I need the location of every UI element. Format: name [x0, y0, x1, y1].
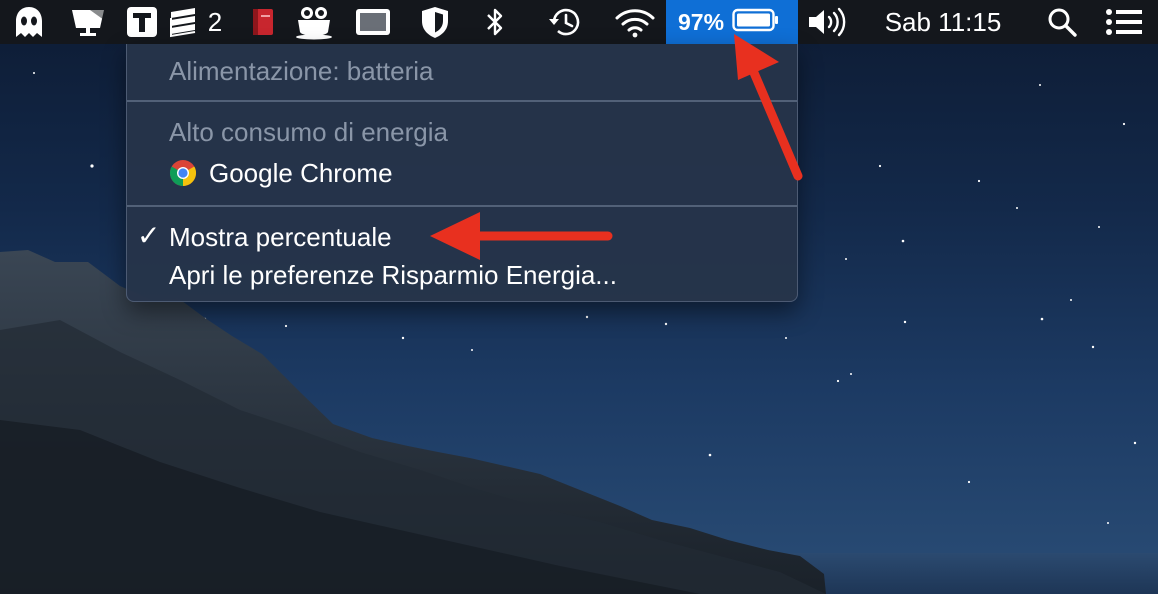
battery-icon	[732, 8, 780, 37]
menu-separator	[127, 100, 797, 102]
checkmark-icon: ✓	[137, 220, 161, 251]
time-machine-icon[interactable]	[546, 0, 586, 44]
wifi-icon[interactable]	[612, 0, 658, 44]
list-icon[interactable]	[1104, 0, 1144, 44]
badge-count: 2	[207, 7, 223, 37]
menu-bar: 2 97% Sab 11:15	[0, 0, 1158, 44]
notebook-icon[interactable]	[248, 0, 278, 44]
volume-icon[interactable]	[806, 0, 850, 44]
battery-menu: Alimentazione: batteria Alto consumo di …	[126, 44, 798, 302]
menu-item-show-percentage[interactable]: Mostra percentuale	[169, 220, 392, 254]
battery-percentage: 97%	[678, 8, 725, 35]
ghost-icon[interactable]	[12, 0, 46, 44]
battery-menu-item[interactable]: 97%	[666, 0, 798, 44]
shield-icon[interactable]	[419, 0, 451, 44]
power-source-label: Alimentazione: batteria	[169, 56, 434, 86]
menu-item-google-chrome[interactable]: Google Chrome	[209, 156, 393, 190]
display-icon[interactable]	[70, 0, 106, 44]
menu-item-open-energy-preferences[interactable]: Apri le preferenze Risparmio Energia...	[169, 258, 617, 292]
menu-bar-clock[interactable]: Sab 11:15	[878, 0, 1008, 44]
bluetooth-icon[interactable]	[481, 0, 509, 44]
typora-icon[interactable]	[125, 0, 159, 44]
screen-icon[interactable]	[354, 0, 392, 44]
high-energy-header: Alto consumo di energia	[169, 117, 448, 147]
menu-separator	[127, 205, 797, 207]
search-icon[interactable]	[1044, 0, 1080, 44]
layers-icon[interactable]	[168, 0, 198, 44]
chrome-icon	[169, 159, 197, 187]
owl-cup-icon[interactable]	[292, 0, 336, 44]
